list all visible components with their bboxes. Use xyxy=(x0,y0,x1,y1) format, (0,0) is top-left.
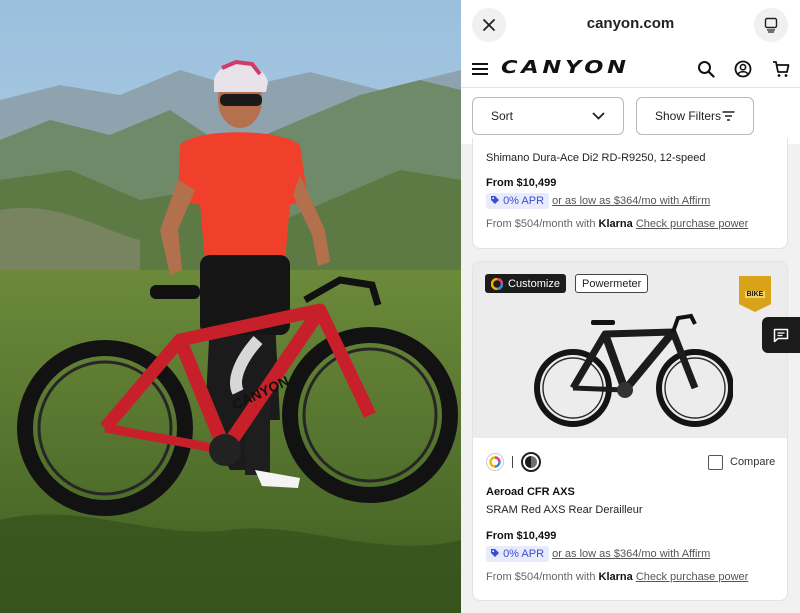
chevron-down-icon xyxy=(592,112,605,120)
product-card[interactable]: Customize Powermeter BIKE Compare Aeroad… xyxy=(472,261,788,601)
affirm-link[interactable]: or as low as $364/mo with Affirm xyxy=(552,195,710,207)
sort-dropdown[interactable]: Sort xyxy=(472,97,624,135)
account-icon xyxy=(734,60,752,78)
sort-label: Sort xyxy=(491,109,514,123)
apr-badge[interactable]: 0% APR xyxy=(486,546,550,562)
bike-product-image xyxy=(534,313,733,427)
tag-icon xyxy=(491,196,499,204)
affirm-link[interactable]: or as low as $364/mo with Affirm xyxy=(552,548,710,560)
show-filters-label: Show Filters xyxy=(655,109,722,123)
product-price: From $10,499 xyxy=(486,177,557,189)
cyclist-photo: CANYON xyxy=(0,0,461,613)
product-card[interactable]: Shimano Dura-Ace Di2 RD-R9250, 12-speed … xyxy=(472,138,788,249)
compare-toggle[interactable]: Compare xyxy=(708,452,775,472)
browser-url-bar: canyon.com xyxy=(461,0,800,50)
apr-label: 0% APR xyxy=(503,195,545,207)
swatch-divider xyxy=(512,456,513,468)
cart-button[interactable] xyxy=(771,59,791,79)
customize-badge[interactable]: Customize xyxy=(485,274,566,293)
apr-label: 0% APR xyxy=(503,548,545,560)
product-name[interactable]: Aeroad CFR AXS xyxy=(486,486,575,498)
klarna-row: From $504/month with Klarna Check purcha… xyxy=(486,571,748,583)
mobile-browser: canyon.com CANYON Sort Show Filters Shim… xyxy=(461,0,800,613)
account-button[interactable] xyxy=(733,59,753,79)
product-price: From $10,499 xyxy=(486,530,557,542)
sunglasses xyxy=(220,94,262,106)
check-purchase-power-link[interactable]: Check purchase power xyxy=(636,218,749,230)
swatch-stealth[interactable] xyxy=(521,452,541,472)
filter-bar: Sort Show Filters xyxy=(461,88,800,144)
chat-button[interactable] xyxy=(762,317,800,353)
color-wheel-icon xyxy=(489,456,501,468)
financing-row: 0% APR or as low as $364/mo with Affirm xyxy=(486,546,710,562)
tag-icon xyxy=(491,549,499,557)
url-text[interactable]: canyon.com xyxy=(461,15,800,32)
klarna-prefix: From $504/month with xyxy=(486,218,596,230)
product-subtitle: Shimano Dura-Ace Di2 RD-R9250, 12-speed xyxy=(486,152,706,164)
menu-button[interactable] xyxy=(470,59,490,79)
tabs-button[interactable] xyxy=(754,8,788,42)
cyclist-photo-illustration: CANYON xyxy=(0,0,461,613)
klarna-logo: Klarna xyxy=(598,218,633,230)
powermeter-label: Powermeter xyxy=(582,277,642,290)
search-button[interactable] xyxy=(696,59,716,79)
chat-icon xyxy=(773,328,789,342)
financing-row: 0% APR or as low as $364/mo with Affirm xyxy=(486,193,710,209)
klarna-logo: Klarna xyxy=(598,571,633,583)
menu-icon xyxy=(472,63,488,75)
color-swatches xyxy=(486,452,541,472)
swatch-custom[interactable] xyxy=(486,453,504,471)
award-badge-label: BIKE xyxy=(744,290,766,298)
powermeter-badge: Powermeter xyxy=(575,274,649,293)
show-filters-button[interactable]: Show Filters xyxy=(636,97,754,135)
klarna-prefix: From $504/month with xyxy=(486,571,596,583)
apr-badge[interactable]: 0% APR xyxy=(486,193,550,209)
checkbox-icon[interactable] xyxy=(708,454,723,470)
filter-icon xyxy=(722,111,735,121)
color-swatch-icon xyxy=(525,456,537,468)
site-header: CANYON xyxy=(461,50,800,88)
klarna-row: From $504/month with Klarna Check purcha… xyxy=(486,218,748,230)
product-image[interactable]: Customize Powermeter BIKE xyxy=(473,262,787,438)
search-icon xyxy=(698,61,715,78)
tabs-icon xyxy=(764,17,778,33)
product-subtitle: SRAM Red AXS Rear Derailleur xyxy=(486,504,643,516)
color-wheel-icon xyxy=(491,277,503,290)
canyon-logo[interactable]: CANYON xyxy=(501,57,630,78)
check-purchase-power-link[interactable]: Check purchase power xyxy=(636,571,749,583)
customize-label: Customize xyxy=(508,277,560,290)
cart-icon xyxy=(773,61,790,77)
compare-label: Compare xyxy=(730,456,776,468)
award-badge: BIKE xyxy=(739,276,771,312)
